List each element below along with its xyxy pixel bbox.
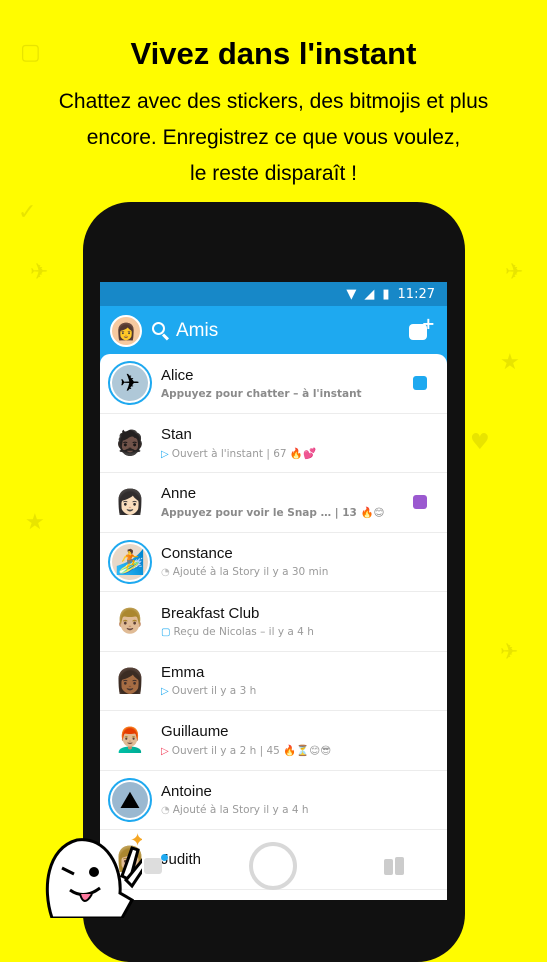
avatar: ✈ (108, 361, 152, 406)
friend-status: Appuyez pour chatter – à l'instant (161, 387, 362, 400)
friend-name: Constance (161, 545, 233, 563)
avatar: ⛰ (108, 777, 152, 822)
list-item[interactable]: 👨🏼 Breakfast Club ▢ Reçu de Nicolas – il … (100, 592, 447, 652)
background-pattern: ★ (500, 350, 520, 375)
list-item[interactable]: 👩🏾 Emma ▷ Ouvert il y a 3 h (100, 652, 447, 711)
friends-list: ✈ Alice Appuyez pour chatter – à l'insta… (100, 354, 447, 900)
avatar: 👩🏻 (115, 488, 145, 517)
chat-icon (413, 376, 427, 390)
background-pattern: ★ (25, 510, 45, 535)
signal-icon: ◢ (364, 286, 375, 302)
friend-status: Appuyez pour voir le Snap … | 13 🔥😊 (161, 507, 385, 520)
friend-status: Ouvert à l'instant | 67 🔥💕 (171, 447, 317, 460)
avatar: 👨🏼‍🦰 (115, 726, 145, 755)
chat-nav-icon[interactable] (143, 854, 168, 874)
friend-name: Alice (161, 366, 194, 384)
story-icon: ◔ (161, 805, 170, 817)
search-icon[interactable] (152, 322, 170, 341)
list-item[interactable]: ✈ Alice Appuyez pour chatter – à l'insta… (100, 354, 447, 414)
friend-name: Breakfast Club (161, 604, 260, 622)
list-item[interactable]: ⛰ Antoine ◔ Ajouté à la Story il y a 4 h (100, 771, 447, 830)
list-item[interactable]: 🏄 Constance ◔ Ajouté à la Story il y a 30… (100, 533, 447, 592)
opened-arrow-icon: ▷ (161, 746, 169, 758)
bottom-nav (100, 832, 447, 900)
wifi-icon: ▼ (346, 286, 357, 302)
avatar: 👩🏾 (115, 666, 145, 695)
new-chat-icon[interactable]: + (409, 314, 435, 342)
opened-arrow-icon: ▷ (161, 686, 169, 698)
list-item[interactable]: 👩🏻 Anne Appuyez pour voir le Snap … | 13… (100, 473, 447, 533)
capture-button[interactable] (248, 842, 297, 890)
friend-status: Ajouté à la Story il y a 30 min (172, 566, 329, 579)
avatar: 👨🏼 (115, 607, 145, 636)
list-item[interactable]: 👨🏼‍🦰 Guillaume ▷ Ouvert il y a 2 h | 45 🔥… (100, 711, 447, 771)
friend-status: Ouvert il y a 2 h | 45 🔥⏳😊😎 (171, 745, 332, 758)
app-bar: 👩 Amis + (100, 306, 447, 356)
friend-name: Stan (161, 425, 192, 443)
subtitle: Chattez avec des stickers, des bitmojis … (20, 84, 527, 192)
background-pattern: ♥ (470, 430, 490, 455)
discover-nav-icon[interactable] (383, 857, 404, 875)
page-title[interactable]: Amis (176, 320, 218, 342)
friend-status: Ajouté à la Story il y a 4 h (172, 804, 309, 817)
friend-status: Reçu de Nicolas – il y a 4 h (173, 625, 314, 638)
status-bar: ▼ ◢ ▮ 11:27 (100, 282, 447, 306)
list-item[interactable]: 🧔🏿 Stan ▷ Ouvert à l'instant | 67 🔥💕 (100, 414, 447, 473)
friend-name: Antoine (161, 783, 212, 801)
subtitle-line: encore. Enregistrez ce que vous voulez, (86, 126, 461, 149)
friend-name: Emma (161, 664, 205, 682)
background-pattern: ✈ (505, 260, 524, 285)
battery-icon: ▮ (382, 286, 390, 302)
avatar: 🧔🏿 (115, 428, 145, 457)
subtitle-line: Chattez avec des stickers, des bitmojis … (58, 90, 489, 113)
received-chat-icon: ▢ (161, 626, 171, 638)
phone-screen: ▼ ◢ ▮ 11:27 👩 Amis + ✈ Alice Appuyez pou… (100, 282, 447, 900)
headline: Vivez dans l'instant (130, 36, 417, 71)
svg-text:✦: ✦ (130, 830, 142, 851)
background-pattern: ✈ (30, 260, 49, 285)
clock: 11:27 (397, 286, 435, 302)
subtitle-line: le reste disparaît ! (190, 162, 357, 185)
ghost-mascot-icon: ✦ (45, 830, 142, 918)
opened-arrow-icon: ▷ (161, 448, 169, 460)
story-icon: ◔ (161, 567, 170, 579)
avatar: 🏄 (108, 539, 152, 584)
friend-name: Guillaume (161, 723, 229, 741)
friend-status: Ouvert il y a 3 h (171, 685, 257, 698)
background-pattern: ✓ (18, 200, 37, 225)
snap-icon (413, 495, 427, 509)
friend-name: Anne (161, 485, 197, 503)
unread-dot (160, 854, 168, 861)
profile-avatar[interactable]: 👩 (110, 315, 142, 347)
background-pattern: ✈ (500, 640, 519, 665)
